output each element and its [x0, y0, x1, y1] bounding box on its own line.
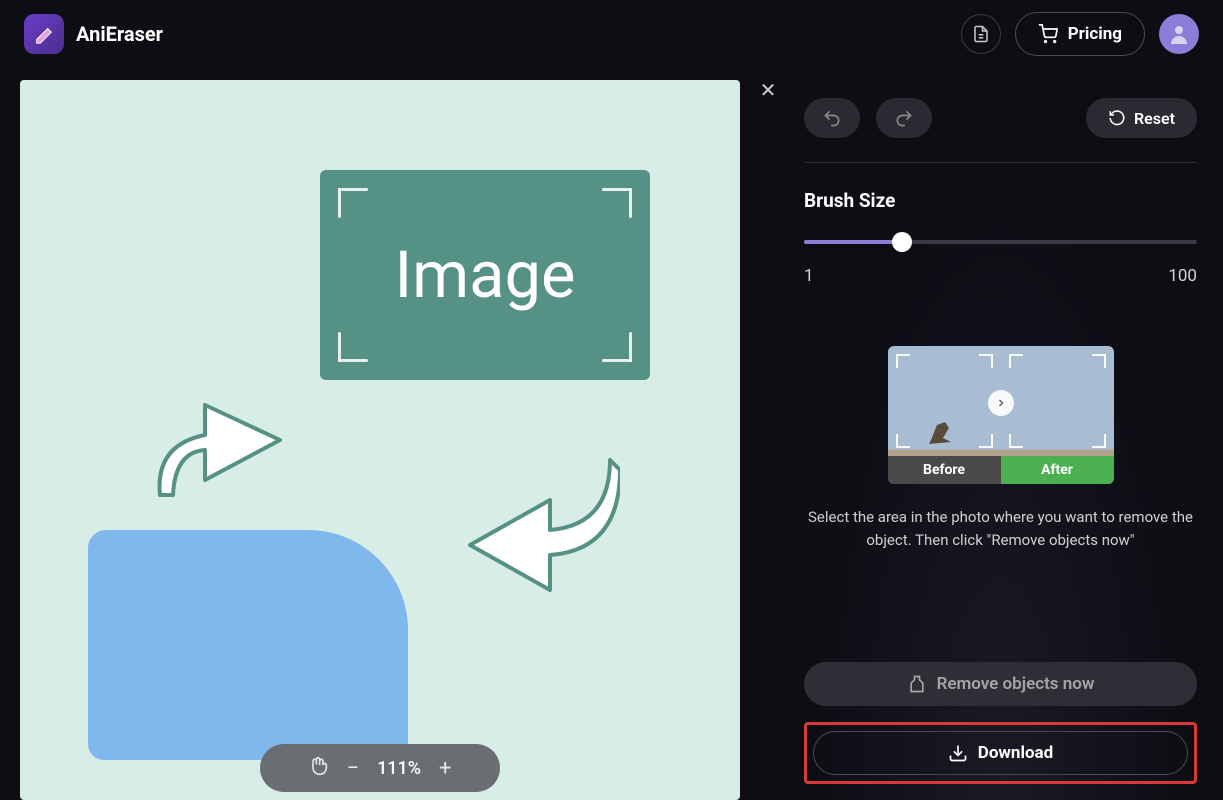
divider [804, 162, 1197, 163]
zoom-in-button[interactable]: + [439, 756, 451, 781]
redo-icon [894, 108, 914, 128]
chevron-right-icon [995, 397, 1007, 409]
remove-label: Remove objects now [937, 674, 1095, 694]
app-logo-icon [24, 14, 64, 54]
pricing-label: Pricing [1068, 24, 1122, 44]
brush-icon [907, 674, 927, 694]
slider-max: 100 [1168, 266, 1197, 286]
undo-button[interactable] [804, 98, 860, 138]
zoom-value: 111% [377, 758, 421, 779]
user-avatar[interactable] [1159, 14, 1199, 54]
cart-icon [1038, 24, 1058, 44]
canvas-area: Image − 111% + ✕ [0, 68, 778, 800]
before-after-preview: Before After [888, 346, 1114, 484]
reset-icon [1108, 109, 1126, 127]
blue-shape [88, 530, 408, 760]
image-placeholder: Image [320, 170, 650, 380]
slider-range: 1 100 [804, 266, 1197, 286]
history-row: Reset [804, 98, 1197, 138]
feedback-icon[interactable] [961, 14, 1001, 54]
undo-icon [822, 108, 842, 128]
action-buttons: Remove objects now Download [804, 662, 1197, 784]
pan-hand-icon[interactable] [308, 756, 328, 780]
close-icon[interactable]: ✕ [758, 80, 778, 100]
undo-redo-group [804, 98, 932, 138]
download-label: Download [978, 743, 1053, 763]
app-name: AniEraser [76, 22, 163, 46]
before-pane: Before [888, 346, 1001, 484]
after-label: After [1001, 456, 1114, 484]
main: Image − 111% + ✕ [0, 68, 1223, 800]
brush-size-label: Brush Size [804, 189, 1197, 212]
logo: AniEraser [24, 14, 163, 54]
arrow-icon [460, 450, 620, 600]
pricing-button[interactable]: Pricing [1015, 12, 1145, 56]
reset-button[interactable]: Reset [1086, 98, 1197, 138]
arrow-icon [145, 380, 295, 510]
before-label: Before [888, 456, 1001, 484]
zoom-out-button[interactable]: − [346, 756, 359, 781]
redo-button[interactable] [876, 98, 932, 138]
corner-icon [338, 188, 368, 218]
header-actions: Pricing [961, 12, 1199, 56]
canvas[interactable]: Image − 111% + [20, 80, 740, 800]
reset-label: Reset [1134, 109, 1175, 128]
download-icon [948, 743, 968, 763]
play-preview-button[interactable] [988, 390, 1014, 416]
bird-icon [923, 410, 963, 450]
slider-thumb[interactable] [892, 232, 912, 252]
download-button[interactable]: Download [813, 731, 1188, 775]
corner-icon [602, 188, 632, 218]
sidebar: Reset Brush Size 1 100 Before Aft [778, 68, 1223, 800]
preview-section: Before After Select the area in the phot… [804, 346, 1197, 551]
placeholder-text: Image [394, 237, 575, 313]
remove-objects-button[interactable]: Remove objects now [804, 662, 1197, 706]
brush-size-slider[interactable] [804, 230, 1197, 254]
corner-icon [602, 332, 632, 362]
after-pane: After [1001, 346, 1114, 484]
download-highlight: Download [804, 722, 1197, 784]
zoom-toolbar: − 111% + [260, 744, 500, 792]
app-header: AniEraser Pricing [0, 0, 1223, 68]
slider-min: 1 [804, 266, 814, 286]
instruction-text: Select the area in the photo where you w… [804, 506, 1197, 551]
corner-icon [338, 332, 368, 362]
